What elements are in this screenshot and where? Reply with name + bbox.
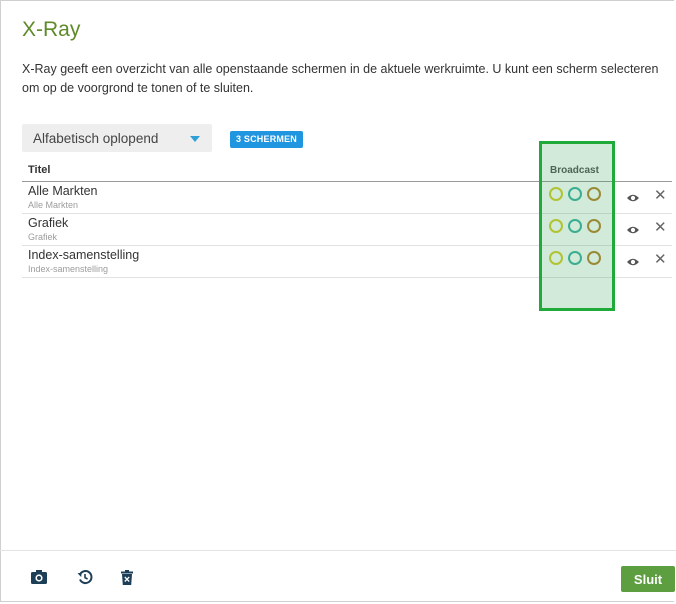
table-row[interactable]: Grafiek Grafiek ✕	[22, 214, 672, 246]
row-subtitle: Grafiek	[28, 232, 58, 242]
broadcast-yellow-circle[interactable]	[549, 187, 563, 201]
sort-select[interactable]: Alfabetisch oplopend	[22, 124, 212, 152]
delete-icon[interactable]	[121, 570, 133, 585]
dialog-description: X-Ray geeft een overzicht van alle opens…	[22, 62, 659, 95]
eye-icon[interactable]	[626, 193, 640, 203]
broadcast-teal-circle[interactable]	[568, 251, 582, 265]
column-header-title: Titel	[28, 164, 51, 176]
broadcast-yellow-circle[interactable]	[549, 219, 563, 233]
screen-count-badge: 3 SCHERMEN	[230, 131, 304, 148]
broadcast-yellow-circle[interactable]	[549, 251, 563, 265]
broadcast-brown-circle[interactable]	[587, 219, 601, 233]
dialog-title: X-Ray	[22, 18, 81, 41]
broadcast-channels	[549, 251, 601, 265]
eye-icon[interactable]	[626, 225, 640, 235]
close-dialog-button[interactable]: Sluit	[621, 566, 675, 592]
close-icon[interactable]: ✕	[654, 188, 667, 203]
sort-select-value: Alfabetisch oplopend	[33, 130, 159, 146]
restore-icon[interactable]	[77, 569, 93, 585]
row-subtitle: Alle Markten	[28, 200, 79, 210]
close-icon[interactable]: ✕	[654, 252, 667, 267]
row-subtitle: Index-samenstelling	[28, 264, 109, 274]
broadcast-teal-circle[interactable]	[568, 219, 582, 233]
footer-divider	[0, 550, 676, 551]
table-row[interactable]: Index-samenstelling Index-samenstelling …	[22, 246, 672, 278]
broadcast-channels	[549, 219, 601, 233]
camera-icon[interactable]	[31, 570, 47, 584]
broadcast-brown-circle[interactable]	[587, 187, 601, 201]
broadcast-channels	[549, 187, 601, 201]
row-title: Grafiek	[28, 216, 69, 230]
row-title: Index-samenstelling	[28, 248, 140, 262]
eye-icon[interactable]	[626, 257, 640, 267]
row-title: Alle Markten	[28, 184, 98, 198]
close-icon[interactable]: ✕	[654, 220, 667, 235]
broadcast-brown-circle[interactable]	[587, 251, 601, 265]
chevron-down-icon	[190, 136, 200, 142]
column-header-broadcast: Broadcast	[550, 165, 599, 176]
table-row[interactable]: Alle Markten Alle Markten ✕	[22, 182, 672, 214]
broadcast-teal-circle[interactable]	[568, 187, 582, 201]
